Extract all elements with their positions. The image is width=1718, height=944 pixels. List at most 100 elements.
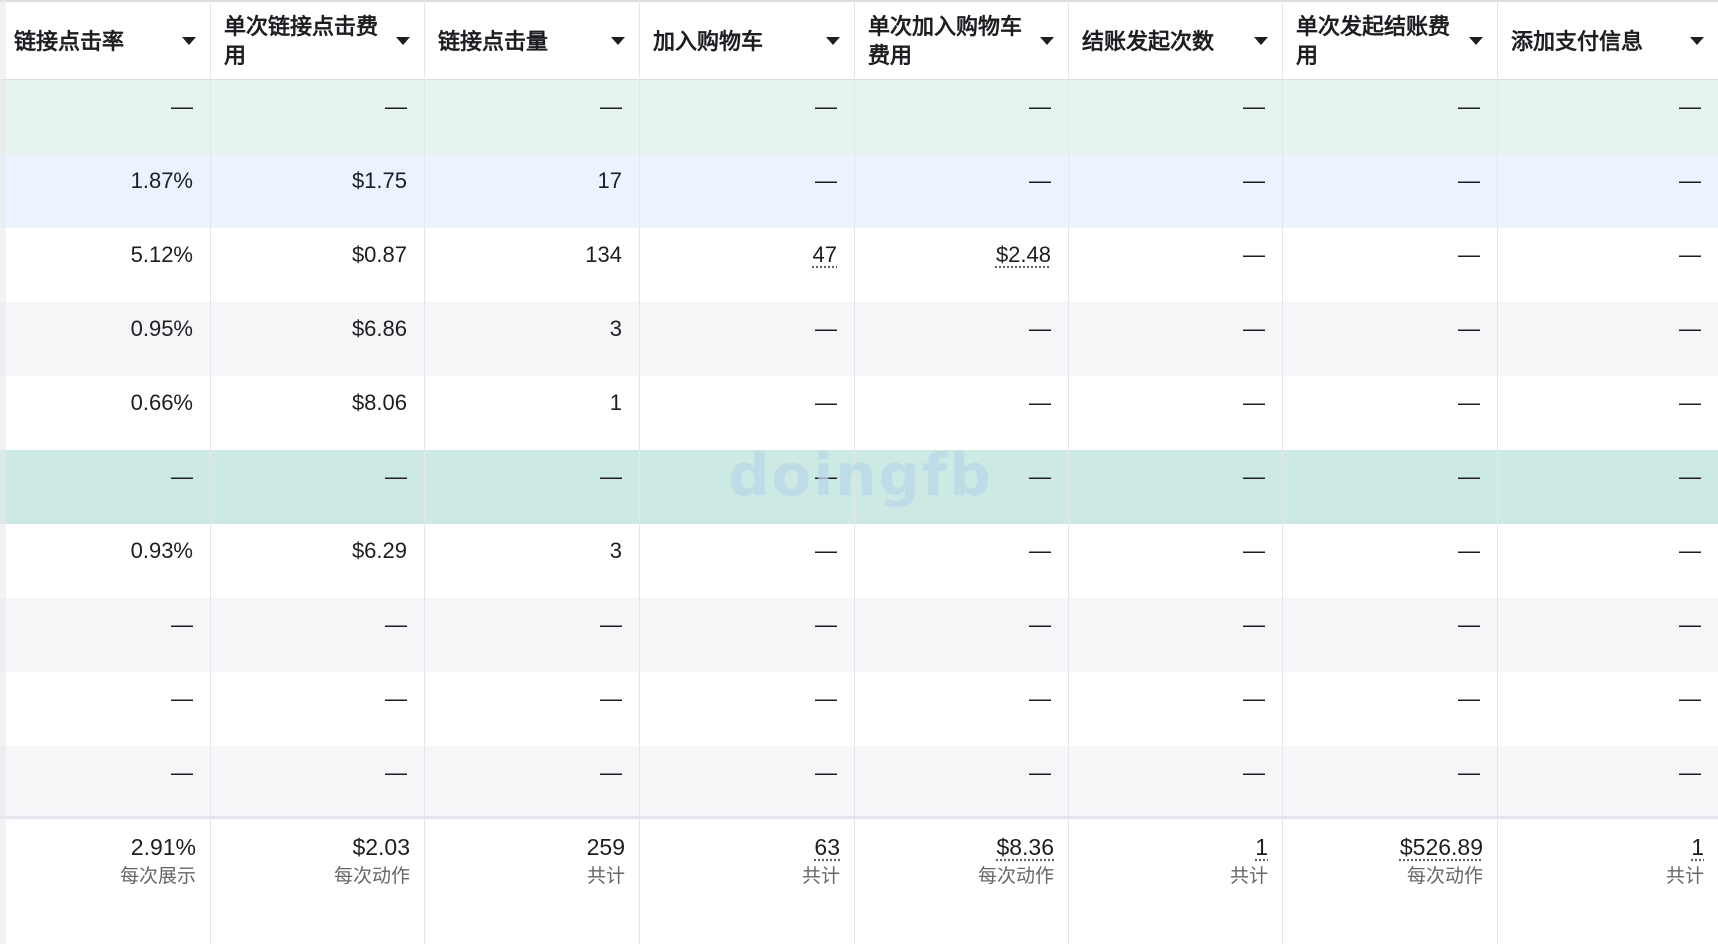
column-header[interactable]: 链接点击率 [0, 2, 210, 80]
column-header[interactable]: 链接点击量 [424, 2, 639, 80]
table-cell: 0.66% [0, 376, 210, 450]
table-cell: — [1497, 746, 1718, 820]
column-header-label: 链接点击量 [438, 28, 549, 54]
cell-value: — [815, 168, 837, 193]
sort-dropdown-icon[interactable] [182, 37, 196, 45]
table-row[interactable]: — — — — — — — — [0, 672, 1718, 746]
total-value[interactable]: 1 [1068, 819, 1268, 861]
table-cell: — [639, 524, 854, 598]
total-subtitle: 每次动作 [1406, 866, 1483, 887]
column-header[interactable]: 加入购物车 [639, 2, 854, 80]
table-cell: — [1282, 598, 1497, 672]
total-value-link[interactable]: 63 [814, 834, 840, 860]
table-cell: — [1068, 228, 1282, 302]
totals-cell: $2.03 每次动作 [210, 819, 424, 939]
total-subtitle: 每次动作 [333, 866, 410, 887]
table-row[interactable]: 0.66% $8.06 1 — — — — — [0, 376, 1718, 450]
table-cell: — [1497, 228, 1718, 302]
cell-value: — [1243, 316, 1265, 341]
column-header-label: 结账发起次数 [1082, 28, 1215, 54]
column-divider[interactable] [1497, 0, 1498, 944]
cell-value: $8.06 [351, 390, 407, 415]
column-header[interactable]: 结账发起次数 [1068, 2, 1282, 80]
total-value[interactable]: 63 [639, 819, 840, 861]
table-cell: — [424, 672, 639, 746]
table-cell: — [854, 154, 1068, 228]
table-cell: 0.95% [0, 302, 210, 376]
cell-value: — [385, 686, 407, 711]
table-cell: 0.93% [0, 524, 210, 598]
table-row[interactable]: — — — — — — — — [0, 746, 1718, 820]
column-divider[interactable] [210, 0, 211, 944]
cell-value: — [815, 464, 837, 489]
cell-value: — [385, 760, 407, 785]
sort-dropdown-icon[interactable] [1040, 37, 1054, 45]
cell-value: — [1029, 94, 1051, 119]
total-value[interactable]: $526.89 [1282, 819, 1483, 861]
table-cell: — [1282, 154, 1497, 228]
cell-value: — [1029, 686, 1051, 711]
cell-value: — [171, 464, 193, 489]
table-cell: — [210, 598, 424, 672]
table-row[interactable]: 0.93% $6.29 3 — — — — — [0, 524, 1718, 598]
column-header[interactable]: 单次链接点击费用 [210, 2, 424, 80]
total-value-link[interactable]: 1 [1691, 834, 1704, 860]
column-divider[interactable] [1068, 0, 1069, 944]
totals-cell: 1 共计 [1068, 819, 1282, 939]
sort-dropdown-icon[interactable] [611, 37, 625, 45]
table-row[interactable]: 1.87% $1.75 17 — — — — — [0, 154, 1718, 228]
sort-dropdown-icon[interactable] [1469, 37, 1483, 45]
column-divider[interactable] [424, 0, 425, 944]
cell-value: — [1679, 760, 1701, 785]
table-cell: $2.48 [854, 228, 1068, 302]
table-header: 链接点击率 单次链接点击费用 链接点击量 加入购物车 单次加入购物车费用 结账发起次数 单次… [0, 0, 1718, 80]
cell-value: — [600, 612, 622, 637]
table-cell: — [1282, 302, 1497, 376]
table-row[interactable]: — — — — — — — — [0, 598, 1718, 672]
sort-dropdown-icon[interactable] [826, 37, 840, 45]
table-cell: — [854, 598, 1068, 672]
column-header[interactable]: 单次加入购物车费用 [854, 2, 1068, 80]
cell-value: — [171, 760, 193, 785]
cell-value: $1.75 [351, 168, 407, 193]
cell-value: — [1679, 464, 1701, 489]
table-cell: — [424, 746, 639, 820]
sort-dropdown-icon[interactable] [1254, 37, 1268, 45]
total-value-link[interactable]: 1 [1255, 834, 1268, 860]
table-cell: — [1282, 80, 1497, 154]
sort-dropdown-icon[interactable] [396, 37, 410, 45]
totals-cell: 1 共计 [1497, 819, 1718, 939]
column-header[interactable]: 添加支付信息 [1497, 2, 1718, 80]
cell-value: — [1458, 612, 1480, 637]
column-divider[interactable] [854, 0, 855, 944]
cell-value: — [815, 760, 837, 785]
cell-value: — [1029, 168, 1051, 193]
cell-value: — [1029, 390, 1051, 415]
cell-value[interactable]: 47 [813, 242, 837, 267]
total-subtitle: 共计 [801, 866, 840, 887]
table-cell: — [1497, 598, 1718, 672]
sort-dropdown-icon[interactable] [1690, 37, 1704, 45]
table-row[interactable]: — — — — — — — — [0, 450, 1718, 524]
column-divider[interactable] [639, 0, 640, 944]
table-cell: — [0, 598, 210, 672]
table-cell: — [1068, 376, 1282, 450]
total-value-link[interactable]: $8.36 [996, 834, 1054, 860]
cell-value: — [1458, 538, 1480, 563]
total-value-link[interactable]: $526.89 [1400, 834, 1483, 860]
table-cell: — [639, 80, 854, 154]
cell-value: — [1243, 686, 1265, 711]
total-value[interactable]: 1 [1497, 819, 1704, 861]
table-row[interactable]: 0.95% $6.86 3 — — — — — [0, 302, 1718, 376]
table-cell: — [1068, 302, 1282, 376]
column-header[interactable]: 单次发起结账费用 [1282, 2, 1497, 80]
table-row[interactable]: 5.12% $0.87 134 47 $2.48 — — — [0, 228, 1718, 302]
cell-value: — [1029, 612, 1051, 637]
table-row[interactable]: — — — — — — — — [0, 80, 1718, 154]
total-value[interactable]: $8.36 [854, 819, 1054, 861]
table-cell: — [0, 80, 210, 154]
cell-value[interactable]: $2.48 [996, 242, 1051, 267]
table-cell: 5.12% [0, 228, 210, 302]
column-divider[interactable] [1282, 0, 1283, 944]
cell-value: — [600, 94, 622, 119]
